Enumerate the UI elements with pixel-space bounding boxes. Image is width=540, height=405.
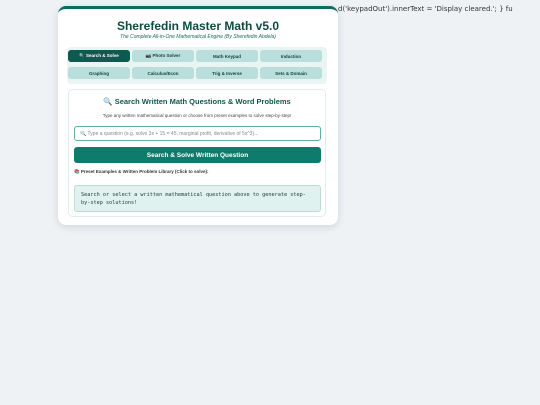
tab-calculus-econ[interactable]: Calculus/Econ (132, 67, 194, 79)
preset-library-label: 📚 Preset Examples & Written Problem Libr… (74, 169, 209, 174)
tab-math-keypad[interactable]: Math Keypad (196, 50, 258, 62)
solution-output: Search or select a written mathematical … (74, 185, 321, 212)
background-script-text: d('keypadOut').innerText = 'Display clea… (338, 5, 513, 13)
tab-graphing[interactable]: Graphing (68, 67, 130, 79)
tab-induction[interactable]: Induction (260, 50, 322, 62)
tab-bar: 🔍 Search & Solve 📷 Photo Solver Math Key… (67, 47, 327, 84)
search-panel: 🔍 Search Written Math Questions & Word P… (68, 89, 326, 217)
app-subtitle: The Complete All-in-One Mathematical Eng… (120, 34, 276, 40)
tab-photo-solver[interactable]: 📷 Photo Solver (132, 50, 194, 62)
panel-title: 🔍 Search Written Math Questions & Word P… (103, 97, 291, 106)
search-solve-button[interactable]: Search & Solve Written Question (74, 147, 321, 163)
app-card: Sherefedin Master Math v5.0 The Complete… (58, 6, 338, 225)
panel-description: Type any written mathematical question o… (102, 113, 292, 118)
tab-search-solve[interactable]: 🔍 Search & Solve (68, 50, 130, 62)
tab-sets-domain[interactable]: Sets & Domain (260, 67, 322, 79)
question-search-input[interactable] (74, 126, 321, 141)
app-title: Sherefedin Master Math v5.0 (116, 19, 280, 33)
tab-trig-inverse[interactable]: Trig & Inverse (196, 67, 258, 79)
